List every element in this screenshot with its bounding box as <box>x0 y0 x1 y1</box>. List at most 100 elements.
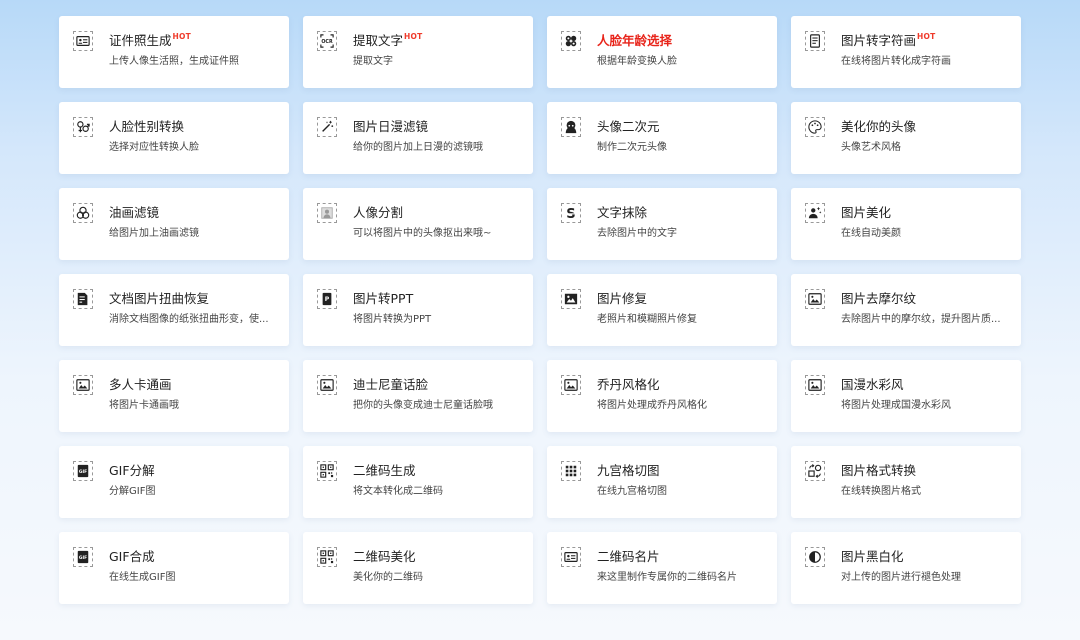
tool-title: 人像分割 <box>353 204 403 222</box>
id-card-icon <box>73 31 93 51</box>
tool-title-text: 人脸年龄选择 <box>597 33 673 48</box>
tool-title-text: 美化你的头像 <box>841 119 917 134</box>
tool-card[interactable]: 二维码生成将文本转化成二维码 <box>303 446 533 518</box>
tool-title-text: 油画滤镜 <box>109 205 160 220</box>
tool-description: 可以将图片中的头像抠出来哦~ <box>353 228 492 239</box>
text-erase-icon: S <box>561 203 581 223</box>
tool-card[interactable]: 乔丹风格化 将图片处理成乔丹风格化 <box>547 360 777 432</box>
tool-title-text: 文档图片扭曲恢复 <box>109 291 210 306</box>
image-icon <box>561 375 581 395</box>
image-icon <box>73 375 93 395</box>
tool-card[interactable]: P 图片转PPT 将图片转换为PPT <box>303 274 533 346</box>
tool-title: 二维码美化 <box>353 548 416 566</box>
tool-title-text: GIF合成 <box>109 549 155 564</box>
tool-card[interactable]: 人脸性别转换选择对应性转换人脸 <box>59 102 289 174</box>
tool-description: 去除图片中的摩尔纹，提升图片质... <box>841 314 1001 325</box>
tool-title-text: 人脸性别转换 <box>109 119 185 134</box>
tool-card[interactable]: GIF GIF合成在线生成GIF图 <box>59 532 289 604</box>
tool-title: 迪士尼童话脸 <box>353 376 428 394</box>
tool-description: 将图片处理成国漫水彩风 <box>841 400 951 411</box>
tool-description: 上传人像生活照，生成证件照 <box>109 56 239 67</box>
tool-description: 把你的头像变成迪士尼童话脸哦 <box>353 400 493 411</box>
tool-title: 图片格式转换 <box>841 462 916 480</box>
tool-card[interactable]: 头像二次元 制作二次元头像 <box>547 102 777 174</box>
tool-title-text: 图片黑白化 <box>841 549 904 564</box>
tool-card[interactable]: 图片格式转换在线转换图片格式 <box>791 446 1021 518</box>
tool-card[interactable]: 图片黑白化 对上传的图片进行褪色处理 <box>791 532 1021 604</box>
tool-title: 二维码名片 <box>597 548 660 566</box>
tool-card[interactable]: 人脸年龄选择 根据年龄变换人脸 <box>547 16 777 88</box>
tool-description: 美化你的二维码 <box>353 572 423 583</box>
tool-title-text: 图片格式转换 <box>841 463 917 478</box>
tool-card[interactable]: 人像分割可以将图片中的头像抠出来哦~ <box>303 188 533 260</box>
tool-description: 将文本转化成二维码 <box>353 486 443 497</box>
photo-repair-icon <box>561 289 581 309</box>
tool-title: 九宫格切图 <box>597 462 660 480</box>
tool-title: 文档图片扭曲恢复 <box>109 290 209 308</box>
tool-title: 图片转字符画 HOT <box>841 32 935 50</box>
tool-card[interactable]: 国漫水彩风将图片处理成国漫水彩风 <box>791 360 1021 432</box>
tool-card[interactable]: 美化你的头像头像艺术风格 <box>791 102 1021 174</box>
tool-title-text: 乔丹风格化 <box>597 377 660 392</box>
tool-description: 在线生成GIF图 <box>109 572 176 583</box>
tool-title: 图片日漫滤镜 <box>353 118 428 136</box>
tool-card[interactable]: S 文字抹除 去除图片中的文字 <box>547 188 777 260</box>
tool-title: 提取文字 HOT <box>353 32 422 50</box>
hot-badge: HOT <box>172 32 191 41</box>
tool-card[interactable]: 九宫格切图在线九宫格切图 <box>547 446 777 518</box>
tool-title-text: 证件照生成 <box>109 33 172 48</box>
tool-title-text: 二维码生成 <box>353 463 416 478</box>
tool-card[interactable]: 油画滤镜给图片加上油画滤镜 <box>59 188 289 260</box>
tool-title-text: 头像二次元 <box>597 119 660 134</box>
tool-title: 图片修复 <box>597 290 647 308</box>
tool-description: 老照片和模糊照片修复 <box>597 314 697 325</box>
tool-description: 在线九宫格切图 <box>597 486 667 497</box>
tool-card[interactable]: 多人卡通画将图片卡通画哦 <box>59 360 289 432</box>
tool-card[interactable]: 图片转字符画 HOT 在线将图片转化成字符画 <box>791 16 1021 88</box>
tool-card[interactable]: 证件照生成 HOT 上传人像生活照，生成证件照 <box>59 16 289 88</box>
palette-icon <box>805 117 825 137</box>
contrast-icon <box>805 547 825 567</box>
image-icon <box>805 375 825 395</box>
tool-card[interactable]: 图片美化 在线自动美颜 <box>791 188 1021 260</box>
tool-title-text: 文字抹除 <box>597 205 648 220</box>
id-card-icon <box>561 547 581 567</box>
tool-title: 乔丹风格化 <box>597 376 660 394</box>
ocr-icon: OCR <box>317 31 337 51</box>
tool-description: 选择对应性转换人脸 <box>109 142 199 153</box>
tool-card[interactable]: OCR 提取文字 HOT 提取文字 <box>303 16 533 88</box>
tool-card[interactable]: 图片修复老照片和模糊照片修复 <box>547 274 777 346</box>
tool-title: GIF分解 <box>109 462 155 480</box>
anime-avatar-icon <box>561 117 581 137</box>
tool-description: 给你的图片加上日漫的滤镜哦 <box>353 142 483 153</box>
face-age-icon <box>561 31 581 51</box>
tool-description: 给图片加上油画滤镜 <box>109 228 199 239</box>
tool-card[interactable]: 文档图片扭曲恢复 消除文档图像的纸张扭曲形变，使... <box>59 274 289 346</box>
tool-title-text: 图片转字符画 <box>841 33 917 48</box>
tool-card[interactable]: 图片日漫滤镜给你的图片加上日漫的滤镜哦 <box>303 102 533 174</box>
svg-text:GIF: GIF <box>79 555 87 561</box>
tool-title: 国漫水彩风 <box>841 376 904 394</box>
tool-title-text: 九宫格切图 <box>597 463 660 478</box>
tool-description: 在线转换图片格式 <box>841 486 921 497</box>
gif-icon: GIF <box>73 461 93 481</box>
tool-title: 图片美化 <box>841 204 891 222</box>
tool-title: 多人卡通画 <box>109 376 172 394</box>
oil-paint-icon <box>73 203 93 223</box>
tool-description: 头像艺术风格 <box>841 142 901 153</box>
tool-title-text: 国漫水彩风 <box>841 377 904 392</box>
tool-title-text: 图片美化 <box>841 205 892 220</box>
tool-card[interactable]: 图片去摩尔纹 去除图片中的摩尔纹，提升图片质... <box>791 274 1021 346</box>
tool-card[interactable]: 二维码美化美化你的二维码 <box>303 532 533 604</box>
tool-title: 二维码生成 <box>353 462 416 480</box>
tool-title: 人脸年龄选择 <box>597 32 672 50</box>
tool-title: 图片黑白化 <box>841 548 904 566</box>
tool-title: 图片转PPT <box>353 290 413 308</box>
tool-title-text: 图片修复 <box>597 291 648 306</box>
gender-icon <box>73 117 93 137</box>
tool-card[interactable]: 二维码名片 来这里制作专属你的二维码名片 <box>547 532 777 604</box>
tool-card[interactable]: GIF GIF分解 分解GIF图 <box>59 446 289 518</box>
tool-description: 将图片卡通画哦 <box>109 400 179 411</box>
tool-card[interactable]: 迪士尼童话脸把你的头像变成迪士尼童话脸哦 <box>303 360 533 432</box>
tool-title-text: 提取文字 <box>353 33 404 48</box>
